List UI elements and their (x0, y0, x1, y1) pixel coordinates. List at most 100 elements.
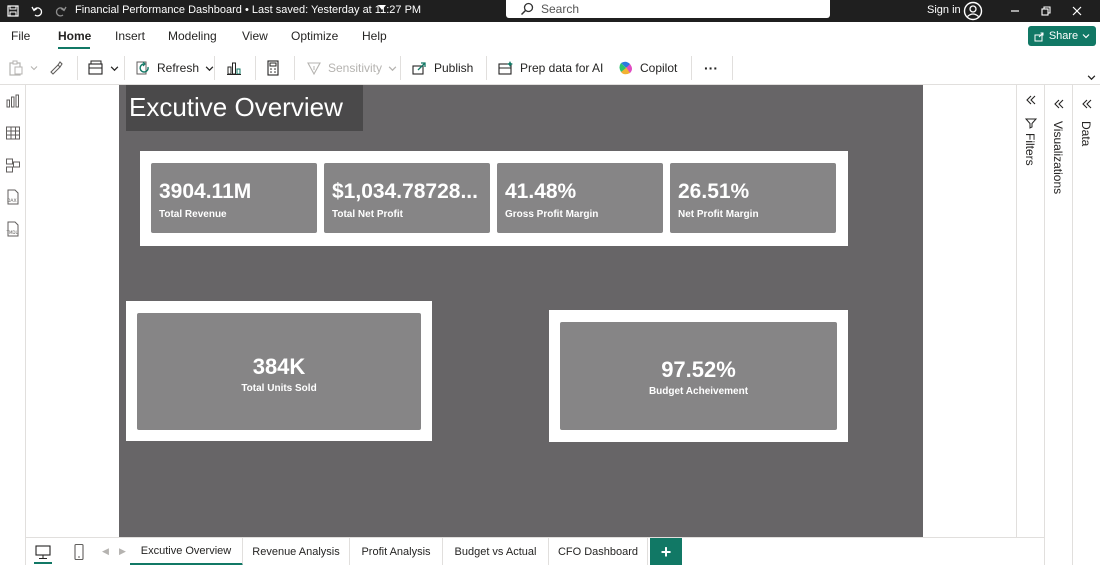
restore-button[interactable] (1031, 0, 1061, 22)
menu-help[interactable]: Help (362, 29, 387, 43)
prep-data-icon (498, 61, 513, 75)
kpi-label: Gross Profit Margin (505, 209, 599, 220)
sign-in-link[interactable]: Sign in (927, 4, 961, 16)
tab-label: Excutive Overview (140, 544, 232, 557)
kpi-total-net-profit[interactable]: $1,034.78728... Total Net Profit (324, 163, 490, 233)
menu-view[interactable]: View (242, 29, 268, 43)
kpi-total-revenue[interactable]: 3904.11M Total Revenue (151, 163, 317, 233)
kpi-budget-achievement[interactable]: 97.52% Budget Acheivement (560, 322, 837, 430)
prep-data-ai-button[interactable]: Prep data for AI (498, 58, 603, 78)
filters-pane[interactable]: Filters (1016, 85, 1044, 537)
kpi-value: $1,034.78728... (332, 180, 478, 203)
ribbon-divider (124, 56, 125, 80)
prep-data-label: Prep data for AI (520, 61, 604, 75)
next-page-icon[interactable]: ▶ (119, 546, 126, 557)
refresh-label: Refresh (157, 61, 200, 75)
tab-label: Profit Analysis (361, 546, 431, 558)
data-pane[interactable]: Data (1072, 85, 1100, 565)
menu-insert[interactable]: Insert (115, 29, 145, 43)
tab-executive-overview[interactable]: Excutive Overview (130, 538, 243, 565)
active-layout-indicator (34, 562, 52, 564)
minimize-button[interactable] (1000, 0, 1030, 22)
tab-label: CFO Dashboard (557, 546, 639, 558)
tab-label: Budget vs Actual (454, 546, 537, 558)
budget-card-frame[interactable]: 97.52% Budget Acheivement (549, 310, 848, 442)
model-view-icon[interactable] (5, 157, 21, 173)
expand-filters-icon[interactable] (1025, 94, 1037, 106)
filters-label[interactable]: Filters (1023, 133, 1037, 166)
desktop-layout-icon[interactable] (34, 543, 52, 561)
visualizations-pane[interactable]: Visualizations (1044, 85, 1072, 565)
previous-page-icon[interactable]: ◀ (102, 546, 109, 557)
new-visual-button[interactable] (226, 58, 242, 78)
kpi-total-units-sold[interactable]: 384K Total Units Sold (137, 313, 421, 430)
kpi-value: 26.51% (678, 180, 750, 203)
units-sold-card-frame[interactable]: 384K Total Units Sold (126, 301, 432, 441)
calculator-button[interactable] (265, 58, 281, 78)
format-painter-button[interactable] (48, 58, 64, 78)
close-button[interactable] (1062, 0, 1092, 22)
tab-cfo-dashboard[interactable]: CFO Dashboard (549, 538, 648, 565)
tab-budget-vs-actual[interactable]: Budget vs Actual (443, 538, 549, 565)
search-icon (520, 2, 534, 16)
expand-data-icon[interactable] (1081, 98, 1093, 110)
kpi-label: Budget Acheivement (648, 386, 749, 397)
search-box[interactable] (506, 0, 830, 18)
menu-home[interactable]: Home (58, 29, 91, 43)
save-icon[interactable] (4, 3, 22, 19)
page-title-box[interactable]: Excutive Overview (126, 85, 363, 131)
document-title[interactable]: Financial Performance Dashboard • Last s… (75, 4, 421, 16)
table-data-icon (88, 60, 103, 75)
share-icon (1034, 32, 1044, 41)
report-page[interactable]: Excutive Overview 3904.11M Total Revenue… (119, 85, 923, 537)
menu-modeling[interactable]: Modeling (168, 29, 217, 43)
report-view-icon[interactable] (5, 93, 21, 109)
visualizations-label[interactable]: Visualizations (1051, 121, 1065, 194)
page-title: Excutive Overview (129, 92, 343, 122)
undo-icon[interactable] (28, 3, 46, 19)
bar-chart-icon (227, 62, 241, 75)
kpi-label: Total Net Profit (332, 209, 403, 220)
kpi-net-profit-margin[interactable]: 26.51% Net Profit Margin (670, 163, 836, 233)
tab-revenue-analysis[interactable]: Revenue Analysis (243, 538, 350, 565)
ribbon-divider (214, 56, 215, 80)
redo-icon[interactable] (52, 3, 70, 19)
table-view-icon[interactable] (5, 125, 21, 141)
data-source-button[interactable] (88, 58, 119, 78)
chevron-down-icon[interactable] (378, 5, 386, 10)
calculator-icon (267, 60, 279, 76)
copilot-button[interactable]: Copilot (618, 58, 677, 78)
ribbon-divider (400, 56, 401, 80)
menu-optimize[interactable]: Optimize (291, 29, 338, 43)
more-options-label: ··· (704, 60, 718, 76)
sensitivity-button[interactable]: Sensitivity (306, 58, 397, 78)
collapse-ribbon-icon[interactable] (1087, 73, 1096, 82)
expand-visualizations-icon[interactable] (1053, 98, 1065, 110)
mobile-layout-icon[interactable] (70, 543, 88, 561)
ribbon-divider (77, 56, 78, 80)
data-label[interactable]: Data (1079, 121, 1093, 146)
tmdl-view-icon[interactable]: TMDL (5, 221, 21, 237)
tab-profit-analysis[interactable]: Profit Analysis (350, 538, 443, 565)
kpi-card-frame[interactable]: 3904.11M Total Revenue $1,034.78728... T… (140, 151, 848, 246)
plus-icon: + (660, 541, 672, 562)
paste-button[interactable] (8, 58, 38, 78)
search-input[interactable] (541, 2, 801, 16)
kpi-value: 97.52% (661, 357, 736, 382)
ribbon-toolbar: Refresh Sensitivity Publish Prep data fo… (0, 50, 1100, 85)
dax-query-view-icon[interactable]: DAX (5, 189, 21, 205)
publish-button[interactable]: Publish (412, 58, 473, 78)
title-bar: Financial Performance Dashboard • Last s… (0, 0, 1100, 22)
menu-file[interactable]: File (11, 29, 30, 43)
publish-icon (412, 62, 426, 75)
copilot-icon (619, 61, 632, 75)
chevron-down-icon (1082, 34, 1090, 39)
page-tabs-bar: ◀ ▶ Excutive Overview Revenue Analysis P… (26, 537, 1044, 565)
user-avatar-icon[interactable] (963, 1, 983, 21)
refresh-button[interactable]: Refresh (135, 58, 214, 78)
more-options-button[interactable]: ··· (704, 58, 718, 78)
add-page-button[interactable]: + (650, 538, 682, 565)
share-button[interactable]: Share (1028, 26, 1096, 46)
ribbon-divider (255, 56, 256, 80)
kpi-gross-profit-margin[interactable]: 41.48% Gross Profit Margin (497, 163, 663, 233)
